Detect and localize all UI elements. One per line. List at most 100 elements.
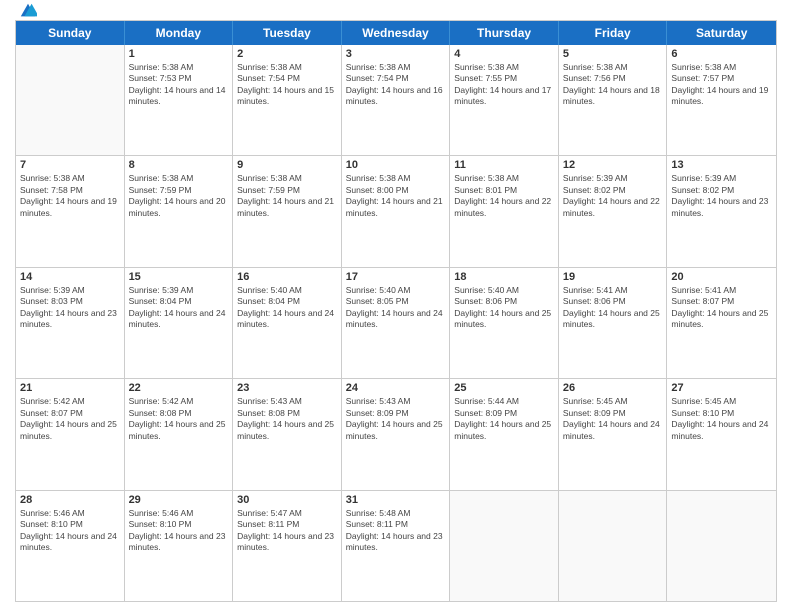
calendar-body: 1Sunrise: 5:38 AM Sunset: 7:53 PM Daylig…	[16, 45, 776, 601]
day-number: 26	[563, 382, 663, 394]
calendar-header-cell: Sunday	[16, 21, 125, 45]
day-number: 27	[671, 382, 772, 394]
day-info: Sunrise: 5:38 AM Sunset: 7:57 PM Dayligh…	[671, 62, 772, 108]
calendar-week: 14Sunrise: 5:39 AM Sunset: 8:03 PM Dayli…	[16, 268, 776, 379]
calendar-cell: 1Sunrise: 5:38 AM Sunset: 7:53 PM Daylig…	[125, 45, 234, 155]
day-number: 19	[563, 271, 663, 283]
day-info: Sunrise: 5:38 AM Sunset: 8:01 PM Dayligh…	[454, 173, 554, 219]
page: SundayMondayTuesdayWednesdayThursdayFrid…	[0, 0, 792, 612]
day-number: 24	[346, 382, 446, 394]
day-info: Sunrise: 5:40 AM Sunset: 8:05 PM Dayligh…	[346, 285, 446, 331]
day-info: Sunrise: 5:39 AM Sunset: 8:02 PM Dayligh…	[563, 173, 663, 219]
day-info: Sunrise: 5:45 AM Sunset: 8:10 PM Dayligh…	[671, 396, 772, 442]
calendar-cell	[450, 491, 559, 601]
day-number: 9	[237, 159, 337, 171]
calendar: SundayMondayTuesdayWednesdayThursdayFrid…	[15, 20, 777, 602]
calendar-cell: 30 Sunrise: 5:47 AM Sunset: 8:11 PM Dayli…	[233, 491, 342, 601]
calendar-cell: 18 Sunrise: 5:40 AM Sunset: 8:06 PM Dayli…	[450, 268, 559, 378]
calendar-cell: 16 Sunrise: 5:40 AM Sunset: 8:04 PM Dayli…	[233, 268, 342, 378]
calendar-cell: 6 Sunrise: 5:38 AM Sunset: 7:57 PM Daylig…	[667, 45, 776, 155]
calendar-cell: 5 Sunrise: 5:38 AM Sunset: 7:56 PM Daylig…	[559, 45, 668, 155]
calendar-cell: 24 Sunrise: 5:43 AM Sunset: 8:09 PM Dayli…	[342, 379, 451, 489]
day-info: Sunrise: 5:38 AM Sunset: 7:59 PM Dayligh…	[129, 173, 229, 219]
day-number: 3	[346, 48, 446, 60]
day-number: 18	[454, 271, 554, 283]
day-info: Sunrise: 5:38 AM Sunset: 8:00 PM Dayligh…	[346, 173, 446, 219]
calendar-cell: 29 Sunrise: 5:46 AM Sunset: 8:10 PM Dayli…	[125, 491, 234, 601]
calendar-cell: 10 Sunrise: 5:38 AM Sunset: 8:00 PM Dayli…	[342, 156, 451, 266]
calendar-week: 7Sunrise: 5:38 AM Sunset: 7:58 PM Daylig…	[16, 156, 776, 267]
day-number: 31	[346, 494, 446, 506]
calendar-cell	[667, 491, 776, 601]
day-info: Sunrise: 5:46 AM Sunset: 8:10 PM Dayligh…	[20, 508, 120, 554]
calendar-cell: 19Sunrise: 5:41 AM Sunset: 8:06 PM Dayli…	[559, 268, 668, 378]
day-number: 23	[237, 382, 337, 394]
calendar-cell: 12 Sunrise: 5:39 AM Sunset: 8:02 PM Dayli…	[559, 156, 668, 266]
calendar-cell: 8Sunrise: 5:38 AM Sunset: 7:59 PM Daylig…	[125, 156, 234, 266]
day-number: 17	[346, 271, 446, 283]
calendar-week: 1Sunrise: 5:38 AM Sunset: 7:53 PM Daylig…	[16, 45, 776, 156]
calendar-cell: 26 Sunrise: 5:45 AM Sunset: 8:09 PM Dayli…	[559, 379, 668, 489]
day-info: Sunrise: 5:44 AM Sunset: 8:09 PM Dayligh…	[454, 396, 554, 442]
day-number: 21	[20, 382, 120, 394]
calendar-header-cell: Monday	[125, 21, 234, 45]
calendar-cell: 28 Sunrise: 5:46 AM Sunset: 8:10 PM Dayli…	[16, 491, 125, 601]
calendar-week: 28 Sunrise: 5:46 AM Sunset: 8:10 PM Dayli…	[16, 491, 776, 601]
calendar-cell: 22Sunrise: 5:42 AM Sunset: 8:08 PM Dayli…	[125, 379, 234, 489]
day-info: Sunrise: 5:41 AM Sunset: 8:07 PM Dayligh…	[671, 285, 772, 331]
day-info: Sunrise: 5:40 AM Sunset: 8:06 PM Dayligh…	[454, 285, 554, 331]
day-number: 28	[20, 494, 120, 506]
calendar-cell: 15Sunrise: 5:39 AM Sunset: 8:04 PM Dayli…	[125, 268, 234, 378]
calendar-header-cell: Saturday	[667, 21, 776, 45]
day-number: 11	[454, 159, 554, 171]
calendar-week: 21Sunrise: 5:42 AM Sunset: 8:07 PM Dayli…	[16, 379, 776, 490]
day-info: Sunrise: 5:46 AM Sunset: 8:10 PM Dayligh…	[129, 508, 229, 554]
calendar-cell: 25 Sunrise: 5:44 AM Sunset: 8:09 PM Dayli…	[450, 379, 559, 489]
day-number: 29	[129, 494, 229, 506]
day-info: Sunrise: 5:38 AM Sunset: 7:55 PM Dayligh…	[454, 62, 554, 108]
calendar-header-cell: Tuesday	[233, 21, 342, 45]
day-info: Sunrise: 5:38 AM Sunset: 7:58 PM Dayligh…	[20, 173, 120, 219]
day-number: 25	[454, 382, 554, 394]
calendar-cell: 3 Sunrise: 5:38 AM Sunset: 7:54 PM Daylig…	[342, 45, 451, 155]
calendar-cell: 23 Sunrise: 5:43 AM Sunset: 8:08 PM Dayli…	[233, 379, 342, 489]
day-info: Sunrise: 5:43 AM Sunset: 8:08 PM Dayligh…	[237, 396, 337, 442]
day-info: Sunrise: 5:47 AM Sunset: 8:11 PM Dayligh…	[237, 508, 337, 554]
day-number: 30	[237, 494, 337, 506]
day-info: Sunrise: 5:42 AM Sunset: 8:08 PM Dayligh…	[129, 396, 229, 442]
header	[15, 10, 777, 14]
day-info: Sunrise: 5:40 AM Sunset: 8:04 PM Dayligh…	[237, 285, 337, 331]
day-info: Sunrise: 5:38 AM Sunset: 7:56 PM Dayligh…	[563, 62, 663, 108]
day-info: Sunrise: 5:38 AM Sunset: 7:59 PM Dayligh…	[237, 173, 337, 219]
day-info: Sunrise: 5:39 AM Sunset: 8:04 PM Dayligh…	[129, 285, 229, 331]
day-number: 10	[346, 159, 446, 171]
day-number: 12	[563, 159, 663, 171]
day-info: Sunrise: 5:43 AM Sunset: 8:09 PM Dayligh…	[346, 396, 446, 442]
day-info: Sunrise: 5:38 AM Sunset: 7:54 PM Dayligh…	[237, 62, 337, 108]
day-number: 5	[563, 48, 663, 60]
calendar-header: SundayMondayTuesdayWednesdayThursdayFrid…	[16, 21, 776, 45]
calendar-header-cell: Thursday	[450, 21, 559, 45]
day-number: 20	[671, 271, 772, 283]
calendar-cell: 13 Sunrise: 5:39 AM Sunset: 8:02 PM Dayli…	[667, 156, 776, 266]
day-info: Sunrise: 5:48 AM Sunset: 8:11 PM Dayligh…	[346, 508, 446, 554]
day-number: 1	[129, 48, 229, 60]
day-number: 13	[671, 159, 772, 171]
calendar-cell: 11 Sunrise: 5:38 AM Sunset: 8:01 PM Dayli…	[450, 156, 559, 266]
logo-icon	[19, 2, 37, 20]
day-number: 16	[237, 271, 337, 283]
calendar-header-cell: Wednesday	[342, 21, 451, 45]
calendar-cell: 17 Sunrise: 5:40 AM Sunset: 8:05 PM Dayli…	[342, 268, 451, 378]
day-number: 14	[20, 271, 120, 283]
calendar-cell: 7Sunrise: 5:38 AM Sunset: 7:58 PM Daylig…	[16, 156, 125, 266]
day-info: Sunrise: 5:39 AM Sunset: 8:02 PM Dayligh…	[671, 173, 772, 219]
calendar-cell: 31 Sunrise: 5:48 AM Sunset: 8:11 PM Dayli…	[342, 491, 451, 601]
calendar-cell: 9 Sunrise: 5:38 AM Sunset: 7:59 PM Daylig…	[233, 156, 342, 266]
day-info: Sunrise: 5:38 AM Sunset: 7:54 PM Dayligh…	[346, 62, 446, 108]
day-info: Sunrise: 5:45 AM Sunset: 8:09 PM Dayligh…	[563, 396, 663, 442]
calendar-cell: 4 Sunrise: 5:38 AM Sunset: 7:55 PM Daylig…	[450, 45, 559, 155]
calendar-cell: 14Sunrise: 5:39 AM Sunset: 8:03 PM Dayli…	[16, 268, 125, 378]
day-number: 2	[237, 48, 337, 60]
day-number: 6	[671, 48, 772, 60]
day-number: 4	[454, 48, 554, 60]
